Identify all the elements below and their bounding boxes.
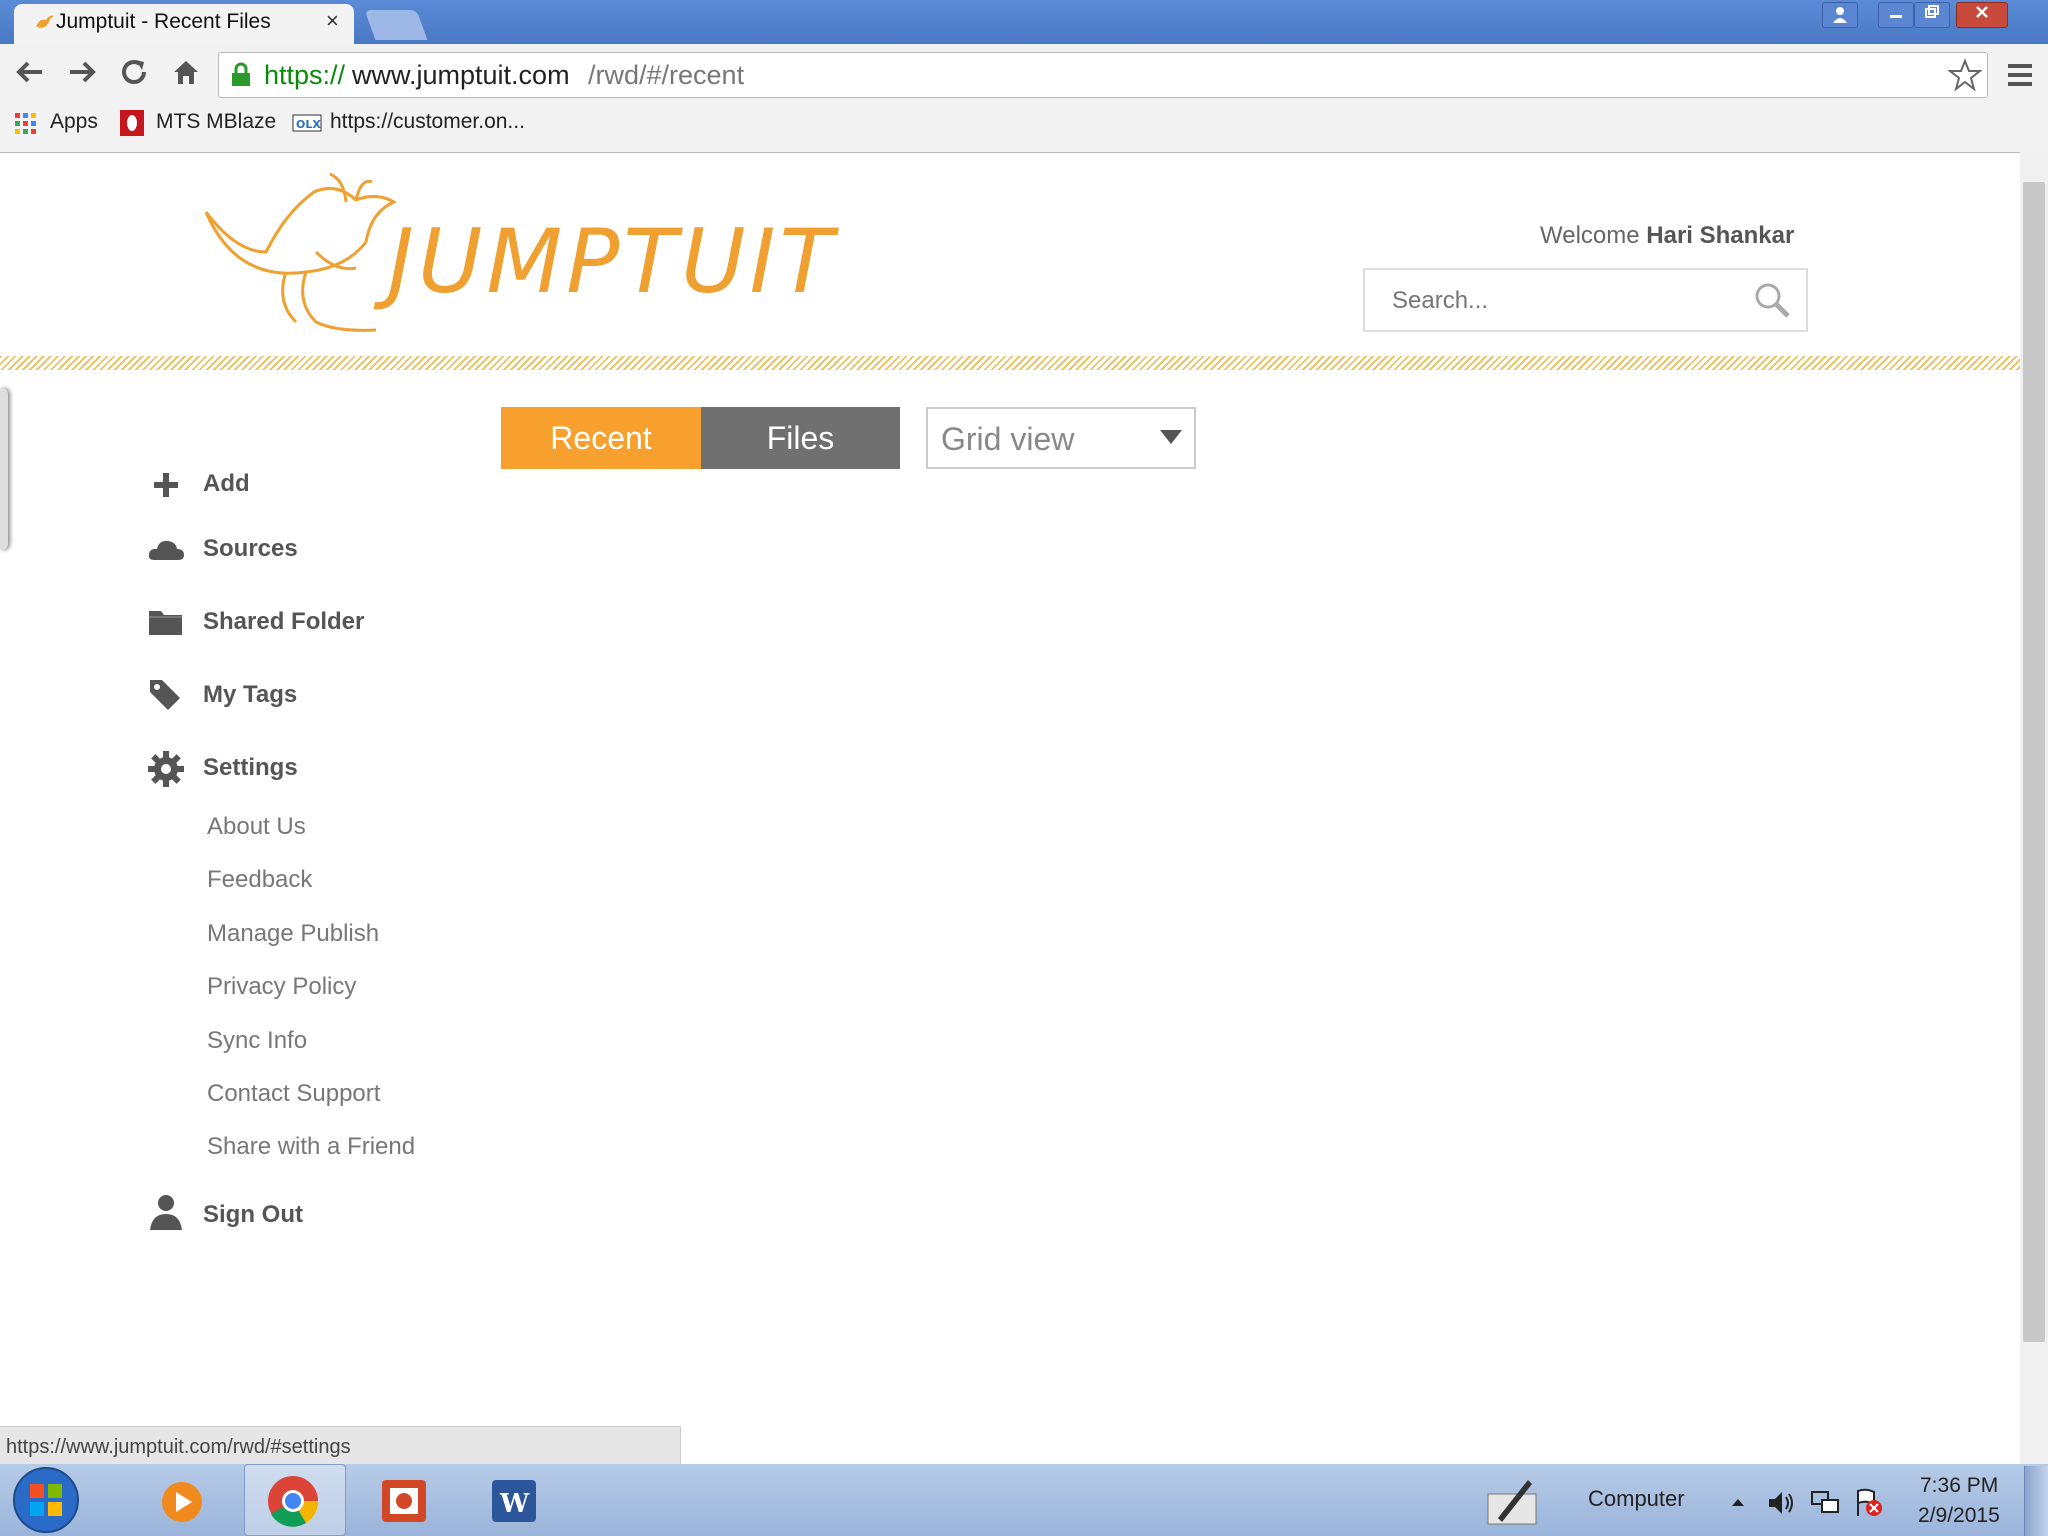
bookmark-customer[interactable]: https://customer.on... bbox=[330, 110, 525, 134]
side-panel-handle[interactable] bbox=[0, 388, 8, 550]
svg-text:OLX: OLX bbox=[296, 118, 321, 131]
restore-icon[interactable] bbox=[1914, 2, 1950, 28]
olx-bookmark-icon: OLX bbox=[292, 114, 322, 132]
sidebar-item-settings[interactable]: Settings bbox=[203, 754, 298, 782]
network-icon[interactable] bbox=[1810, 1488, 1840, 1518]
welcome-prefix: Welcome bbox=[1540, 222, 1640, 249]
gear-icon bbox=[148, 751, 184, 787]
url-scheme: https:// bbox=[264, 60, 346, 90]
welcome-message: Welcome Hari Shankar bbox=[1540, 222, 1794, 250]
volume-icon[interactable] bbox=[1766, 1488, 1796, 1518]
apps-grid-icon bbox=[15, 113, 36, 134]
tab-files[interactable]: Files bbox=[701, 407, 900, 469]
reload-icon[interactable] bbox=[116, 56, 152, 92]
mts-bookmark-icon bbox=[120, 110, 144, 136]
kangaroo-logo-icon bbox=[204, 172, 396, 332]
home-icon[interactable] bbox=[168, 56, 204, 92]
settings-manage-publish[interactable]: Manage Publish bbox=[207, 920, 379, 948]
settings-sync-info[interactable]: Sync Info bbox=[207, 1027, 307, 1055]
status-url: https://www.jumptuit.com/rwd/#settings bbox=[6, 1436, 351, 1458]
kangaroo-favicon-icon bbox=[36, 15, 54, 28]
media-player-icon[interactable] bbox=[160, 1480, 204, 1524]
profile-icon[interactable] bbox=[1822, 2, 1858, 28]
settings-share-with-friend[interactable]: Share with a Friend bbox=[207, 1133, 415, 1161]
sidebar-item-add[interactable]: Add bbox=[203, 470, 250, 498]
menu-icon[interactable] bbox=[2006, 62, 2036, 88]
lock-icon bbox=[232, 62, 250, 86]
back-icon[interactable] bbox=[12, 56, 48, 92]
user-icon bbox=[150, 1195, 182, 1230]
tab-recent[interactable]: Recent bbox=[501, 407, 701, 469]
scrollbar-thumb[interactable] bbox=[2023, 182, 2045, 1342]
forward-icon[interactable] bbox=[64, 56, 100, 92]
dropdown-arrow-icon[interactable] bbox=[1160, 430, 1182, 444]
minimize-icon[interactable] bbox=[1878, 2, 1914, 28]
svg-text:W: W bbox=[499, 1489, 530, 1519]
settings-contact-support[interactable]: Contact Support bbox=[207, 1080, 380, 1108]
word-icon: W bbox=[492, 1480, 536, 1522]
settings-about-us[interactable]: About Us bbox=[207, 813, 306, 841]
tags-icon bbox=[150, 680, 180, 710]
sidebar-item-my-tags[interactable]: My Tags bbox=[203, 681, 297, 709]
new-tab-button[interactable] bbox=[364, 10, 428, 40]
bookmark-star-icon[interactable] bbox=[1948, 58, 1982, 92]
bookmark-mts-mblaze[interactable]: MTS MBlaze bbox=[156, 110, 276, 134]
clock-time[interactable]: 7:36 PM bbox=[1920, 1474, 1998, 1498]
bookmark-apps[interactable]: Apps bbox=[50, 110, 98, 134]
action-center-flag-icon[interactable] bbox=[1852, 1486, 1884, 1518]
settings-privacy-policy[interactable]: Privacy Policy bbox=[207, 973, 356, 1001]
clock-date[interactable]: 2/9/2015 bbox=[1918, 1504, 2000, 1528]
jumptuit-logo[interactable]: JUMPTUIT bbox=[388, 210, 837, 313]
tab-close-icon[interactable]: × bbox=[326, 8, 339, 34]
cloud-icon bbox=[148, 540, 184, 560]
url-host: www.jumptuit.com bbox=[352, 60, 570, 90]
sidebar-item-sign-out[interactable]: Sign Out bbox=[203, 1201, 303, 1229]
view-select-label: Grid view bbox=[941, 421, 1075, 457]
computer-toolbar[interactable]: Computer bbox=[1588, 1486, 1685, 1512]
window-close-icon[interactable] bbox=[1956, 2, 2008, 28]
search-input[interactable] bbox=[1390, 286, 1734, 316]
chrome-icon bbox=[268, 1476, 319, 1527]
header-divider bbox=[0, 356, 2020, 370]
tray-expand-icon[interactable] bbox=[1730, 1496, 1746, 1508]
show-desktop-button[interactable] bbox=[2024, 1466, 2048, 1536]
settings-feedback[interactable]: Feedback bbox=[207, 866, 312, 894]
sidebar-item-sources[interactable]: Sources bbox=[203, 535, 298, 563]
windows-start-icon[interactable] bbox=[12, 1466, 80, 1534]
plus-icon bbox=[154, 473, 178, 497]
search-icon[interactable] bbox=[1752, 280, 1792, 320]
powerpoint-icon bbox=[382, 1480, 426, 1522]
url-path: /rwd/#/recent bbox=[588, 60, 745, 90]
folder-icon bbox=[149, 611, 182, 635]
sidebar-item-shared-folder[interactable]: Shared Folder bbox=[203, 608, 364, 636]
tab-title: Jumptuit - Recent Files bbox=[56, 10, 271, 33]
user-name: Hari Shankar bbox=[1646, 222, 1795, 249]
pen-tablet-icon[interactable] bbox=[1484, 1474, 1540, 1528]
